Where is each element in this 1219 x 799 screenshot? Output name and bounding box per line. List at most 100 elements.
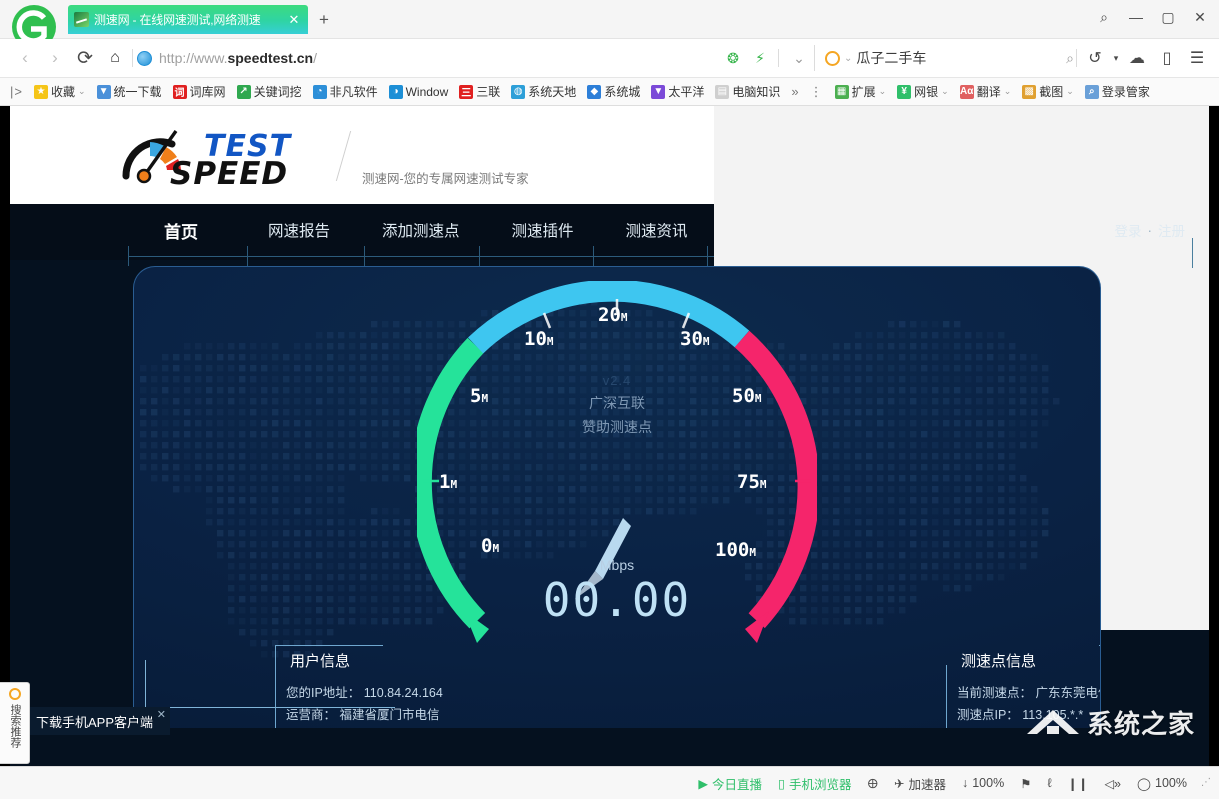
bookmark-电脑知识[interactable]: ▤电脑知识: [710, 81, 785, 102]
status-item-download-speed-icon[interactable]: ↓ 100%: [955, 773, 1011, 793]
chevron-down-icon[interactable]: ⌄: [1066, 86, 1074, 97]
bookmark-系统城[interactable]: ◆系统城: [582, 81, 645, 102]
menu-icon[interactable]: ☰: [1183, 44, 1211, 72]
bookmark-三联[interactable]: 三三联: [454, 81, 505, 102]
register-link[interactable]: 注册: [1158, 220, 1185, 240]
pause-icon: ❙❙: [1067, 776, 1088, 791]
browser-window: 测速网 - 在线网速测试,网络测速 ✕ + ⌕ — ▢ ✕ ‹ › ⟳ ⌂ ht…: [0, 0, 1219, 799]
right-bracket-top: [1099, 645, 1101, 646]
camera-icon[interactable]: ❂: [722, 46, 744, 70]
lightning-icon[interactable]: ⚡: [749, 46, 771, 70]
bookmark-label: 登录管家: [1102, 83, 1150, 100]
bookmark-label: 统一下载: [114, 83, 162, 100]
tab-close-icon[interactable]: ✕: [286, 12, 302, 28]
mobile-browser-icon: ▯: [778, 776, 785, 791]
search-input[interactable]: 瓜子二手车: [856, 48, 1062, 68]
chevron-down-icon[interactable]: ⌄: [1004, 86, 1012, 97]
bookmark-label: 截图: [1039, 83, 1063, 100]
nav-item-4[interactable]: 测速资讯: [600, 219, 714, 241]
chevron-down-icon[interactable]: ⌄: [788, 46, 810, 70]
status-item-browser-e-icon[interactable]: ℓ: [1040, 773, 1058, 793]
gauge-tick-10: 10M: [524, 328, 554, 350]
tooltip-close-icon[interactable]: ✕: [157, 708, 166, 721]
status-item-mobile-browser-icon[interactable]: ▯手机浏览器: [771, 771, 858, 796]
auth-links: 登录 · 注册: [1115, 204, 1186, 256]
tooltip-text: 下载手机APP客户端: [36, 712, 153, 731]
cloud-icon[interactable]: ☁: [1123, 44, 1151, 72]
browser-tab[interactable]: 测速网 - 在线网速测试,网络测速 ✕: [68, 5, 308, 34]
bookmark-系统天地[interactable]: ◍系统天地: [506, 81, 581, 102]
bookmark-收藏[interactable]: ★收藏⌄: [29, 81, 91, 102]
search-recommend-icon: [9, 688, 21, 700]
nav-item-1[interactable]: 网速报告: [242, 219, 356, 241]
bookmark-label: 收藏: [51, 83, 75, 100]
status-item-label: 100%: [972, 776, 1004, 790]
download-speed-icon: ↓: [962, 776, 968, 790]
keyword-icon: ↗: [237, 85, 251, 99]
tab-favicon-icon: [74, 12, 89, 27]
bookmark-more-icon[interactable]: ⋮: [806, 84, 828, 100]
site-identity-icon: [137, 51, 152, 66]
status-bar: ▶今日直播▯手机浏览器🜨✈加速器 ↓ 100% ⚑ℓ ❙❙ ◁» ◯100% ⋰: [0, 766, 1219, 799]
address-bar: ‹ › ⟳ ⌂ http://www.speedtest.cn/ ❂ ⚡ ⌄ ⌄…: [0, 39, 1219, 78]
search-icon[interactable]: ⌕: [1066, 50, 1074, 67]
left-bracket-vertical: [275, 645, 276, 728]
bookmark-非凡软件[interactable]: ◔非凡软件: [308, 81, 383, 102]
history-icon[interactable]: ↺: [1081, 44, 1109, 72]
bookmark-登录管家[interactable]: ⌕登录管家: [1080, 81, 1155, 102]
url-action-icons: ❂ ⚡ ⌄: [722, 46, 814, 70]
bookmark-overflow-icon[interactable]: »: [787, 84, 803, 99]
search-box[interactable]: ⌄ 瓜子二手车 ⌕: [814, 45, 1074, 71]
status-item-pause-icon[interactable]: ❙❙: [1060, 773, 1095, 794]
status-item-rocket-icon[interactable]: ✈加速器: [887, 771, 953, 796]
site-logo[interactable]: TEST SPEED: [120, 126, 325, 186]
chevron-down-icon[interactable]: ⌄: [78, 86, 86, 97]
url-input[interactable]: http://www.speedtest.cn/: [159, 50, 722, 66]
home-icon[interactable]: ⌂: [100, 43, 130, 73]
bookmark-关键词挖[interactable]: ↗关键词挖: [232, 81, 307, 102]
bookmark-label: 翻译: [977, 83, 1001, 100]
volume-icon: ◁»: [1104, 776, 1121, 791]
resize-grip-icon[interactable]: ⋰: [1201, 777, 1213, 789]
bookmark-Window[interactable]: ◑Window: [384, 83, 454, 101]
back-button[interactable]: ‹: [10, 43, 40, 73]
bookmark-词库网[interactable]: 词词库网: [168, 81, 231, 102]
bookmark-expand-icon[interactable]: |>: [6, 84, 27, 99]
login-link[interactable]: 登录: [1115, 220, 1142, 240]
bookmark-网银[interactable]: ¥网银⌄: [892, 81, 954, 102]
minimize-button[interactable]: —: [1121, 4, 1151, 30]
chevron-down-icon[interactable]: ▾: [1111, 44, 1121, 72]
bookmark-统一下载[interactable]: ▼统一下载: [92, 81, 167, 102]
bookmark-翻译[interactable]: Aα翻译⌄: [955, 81, 1017, 102]
search-recommend-tab[interactable]: 搜索推荐: [0, 682, 30, 764]
status-item-shield-icon[interactable]: 🜨: [860, 767, 885, 799]
bookmark-太平洋[interactable]: ▼太平洋: [646, 81, 709, 102]
download-icon: ▼: [97, 85, 111, 99]
nav-items: 首页网速报告添加测速点测速插件测速资讯移动App: [136, 204, 1209, 256]
nav-item-3[interactable]: 测速插件: [486, 219, 600, 241]
nav-item-0[interactable]: 首页: [136, 218, 242, 243]
maximize-button[interactable]: ▢: [1153, 4, 1183, 30]
status-item-flag-icon[interactable]: ⚑: [1013, 773, 1038, 794]
pacific-icon: ▼: [651, 85, 665, 99]
bookmark-截图[interactable]: ▩截图⌄: [1017, 81, 1079, 102]
new-tab-button[interactable]: +: [315, 11, 333, 29]
app-download-tooltip[interactable]: 下载手机APP客户端 ✕: [30, 707, 170, 735]
status-item-volume-icon[interactable]: ◁»: [1097, 773, 1128, 794]
forward-button[interactable]: ›: [40, 43, 70, 73]
chevron-down-icon[interactable]: ⌄: [941, 86, 949, 97]
mobile-icon[interactable]: ▯: [1153, 44, 1181, 72]
skin-button[interactable]: ⌕: [1089, 4, 1119, 30]
url-suffix: /: [313, 50, 317, 66]
status-item-live-play-icon[interactable]: ▶今日直播: [691, 771, 769, 796]
reload-icon[interactable]: ⟳: [70, 43, 100, 73]
chevron-down-icon[interactable]: ⌄: [879, 86, 887, 97]
extensions-icon: ▦: [835, 85, 849, 99]
status-item-zoom-level-icon[interactable]: ◯100%: [1130, 773, 1194, 794]
nav-item-2[interactable]: 添加测速点: [356, 219, 486, 241]
close-window-button[interactable]: ✕: [1185, 4, 1215, 30]
bookmark-扩展[interactable]: ▦扩展⌄: [830, 81, 892, 102]
dict-icon: 词: [173, 85, 187, 99]
watermark-logo-icon: [1025, 702, 1081, 742]
bookmark-label: 非凡软件: [330, 83, 378, 100]
